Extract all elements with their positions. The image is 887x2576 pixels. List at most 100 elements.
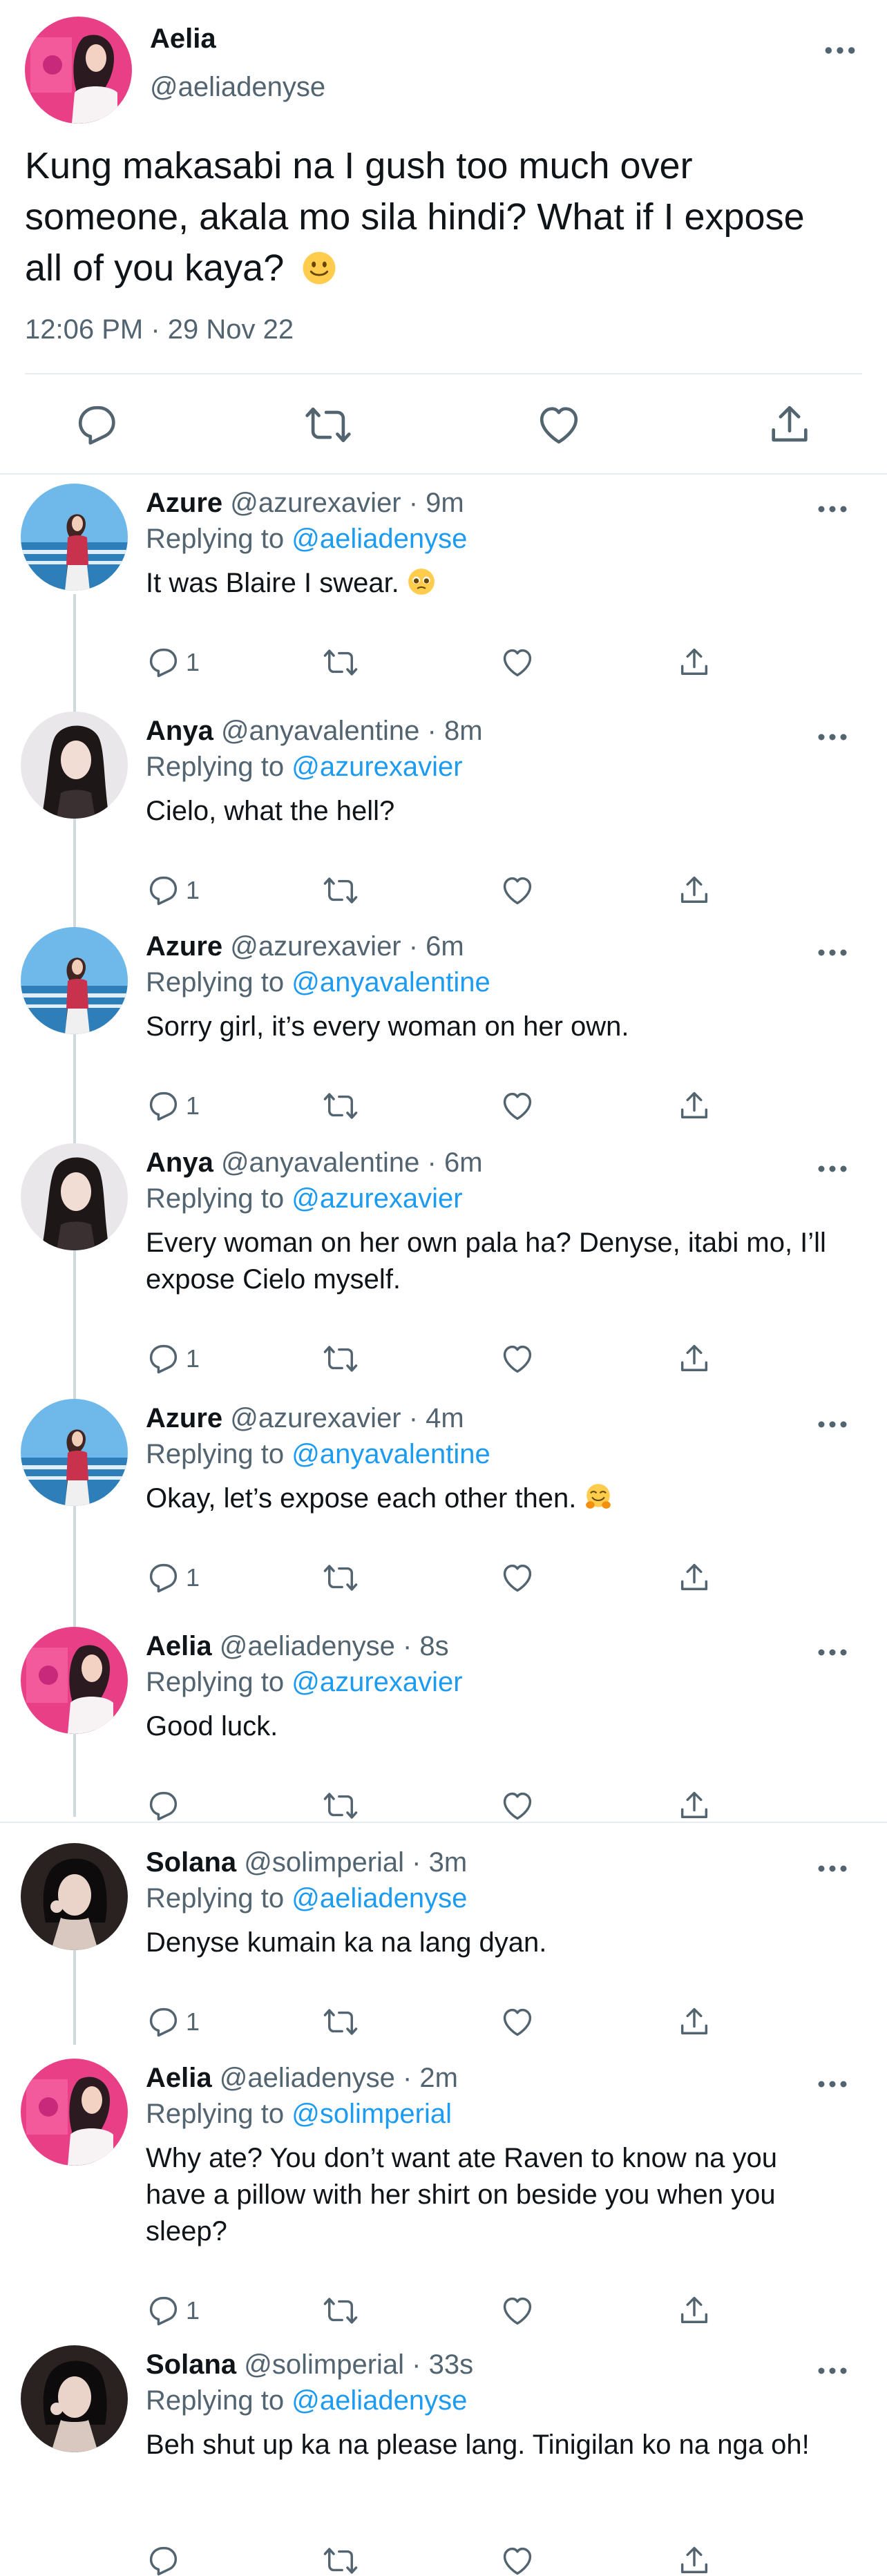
more-icon[interactable] <box>817 1160 848 1178</box>
more-icon[interactable] <box>817 2075 848 2093</box>
retweet-icon[interactable] <box>304 401 352 449</box>
retweet-icon[interactable] <box>323 1560 359 1596</box>
replying-to-handle[interactable]: @anyavalentine <box>292 967 490 998</box>
reply-button[interactable]: 1 <box>146 645 200 680</box>
share-icon[interactable] <box>765 401 814 449</box>
retweet-icon[interactable] <box>323 2004 359 2040</box>
avatar[interactable] <box>21 927 128 1034</box>
more-icon[interactable] <box>817 1643 848 1661</box>
replying-to-handle[interactable]: @aeliadenyse <box>292 524 467 554</box>
author-name[interactable]: Aelia <box>146 2063 212 2093</box>
more-icon[interactable] <box>817 728 848 746</box>
reply-icon[interactable] <box>146 645 182 680</box>
author-handle-time[interactable]: @azurexavier · 9m <box>230 488 464 518</box>
share-icon[interactable] <box>676 2004 712 2040</box>
avatar[interactable] <box>21 2059 128 2166</box>
like-button[interactable] <box>499 645 535 680</box>
retweet-icon[interactable] <box>323 645 359 680</box>
retweet-button[interactable] <box>323 872 359 908</box>
retweet-icon[interactable] <box>323 872 359 908</box>
share-icon[interactable] <box>676 2293 712 2329</box>
like-icon[interactable] <box>499 645 535 680</box>
share-icon[interactable] <box>676 1088 712 1124</box>
like-button[interactable] <box>499 1560 535 1596</box>
reply-icon[interactable] <box>146 2004 182 2040</box>
reply-icon[interactable] <box>146 1560 182 1596</box>
more-icon[interactable] <box>817 1860 848 1878</box>
author-handle-time[interactable]: @aeliadenyse · 2m <box>220 2063 458 2093</box>
like-icon[interactable] <box>535 401 583 449</box>
share-icon[interactable] <box>676 645 712 680</box>
share-icon[interactable] <box>676 1341 712 1377</box>
author-name[interactable]: Aelia <box>150 23 216 55</box>
retweet-icon[interactable] <box>323 1341 359 1377</box>
like-icon[interactable] <box>499 2293 535 2329</box>
reply-icon[interactable] <box>146 2543 182 2576</box>
like-button[interactable] <box>499 1788 535 1824</box>
author-handle-time[interactable]: @azurexavier · 6m <box>230 931 464 962</box>
reply-icon[interactable] <box>73 401 122 449</box>
share-button[interactable] <box>676 1341 712 1377</box>
more-icon[interactable] <box>817 1415 848 1433</box>
reply-button[interactable]: 1 <box>146 2004 200 2040</box>
avatar[interactable] <box>21 484 128 591</box>
like-icon[interactable] <box>499 1341 535 1377</box>
share-button[interactable] <box>676 2293 712 2329</box>
reply-icon[interactable] <box>146 872 182 908</box>
reply-icon[interactable] <box>146 2293 182 2329</box>
share-button[interactable] <box>676 1088 712 1124</box>
more-icon[interactable] <box>817 500 848 518</box>
reply-button[interactable] <box>146 1788 186 1824</box>
replying-to-handle[interactable]: @azurexavier <box>292 1667 462 1697</box>
share-icon[interactable] <box>676 872 712 908</box>
retweet-button[interactable] <box>323 1788 359 1824</box>
author-handle-time[interactable]: @anyavalentine · 8m <box>221 716 483 746</box>
reply-icon[interactable] <box>146 1788 182 1824</box>
retweet-button[interactable] <box>323 1560 359 1596</box>
retweet-icon[interactable] <box>323 1788 359 1824</box>
more-icon[interactable] <box>823 40 857 61</box>
reply-button[interactable]: 1 <box>146 872 200 908</box>
retweet-button[interactable] <box>323 1341 359 1377</box>
retweet-icon[interactable] <box>323 1088 359 1124</box>
avatar[interactable] <box>21 1399 128 1506</box>
reply-button[interactable]: 1 <box>146 2293 200 2329</box>
replying-to-handle[interactable]: @solimperial <box>292 2099 452 2129</box>
author-name[interactable]: Azure <box>146 931 222 962</box>
like-button[interactable] <box>499 1341 535 1377</box>
retweet-icon[interactable] <box>323 2543 359 2576</box>
reply-icon[interactable] <box>146 1088 182 1124</box>
replying-to-handle[interactable]: @aeliadenyse <box>292 2385 467 2416</box>
avatar[interactable] <box>21 2345 128 2452</box>
reply-button[interactable] <box>146 2543 186 2576</box>
like-button[interactable] <box>499 2293 535 2329</box>
share-button[interactable] <box>676 645 712 680</box>
like-button[interactable] <box>499 872 535 908</box>
retweet-button[interactable] <box>323 2293 359 2329</box>
author-name[interactable]: Anya <box>146 716 213 746</box>
avatar[interactable] <box>21 712 128 819</box>
share-icon[interactable] <box>676 1560 712 1596</box>
author-handle-time[interactable]: @anyavalentine · 6m <box>221 1147 483 1178</box>
share-icon[interactable] <box>676 1788 712 1824</box>
more-icon[interactable] <box>817 944 848 962</box>
author-name[interactable]: Azure <box>146 1403 222 1433</box>
like-button[interactable] <box>499 2543 535 2576</box>
author-handle-time[interactable]: @azurexavier · 4m <box>230 1403 464 1433</box>
like-icon[interactable] <box>499 1088 535 1124</box>
retweet-button[interactable] <box>323 2004 359 2040</box>
share-button[interactable] <box>676 1788 712 1824</box>
tweet-timestamp[interactable]: 12:06 PM · 29 Nov 22 <box>25 314 294 345</box>
like-button[interactable] <box>499 2004 535 2040</box>
like-icon[interactable] <box>499 2004 535 2040</box>
avatar[interactable] <box>25 17 132 124</box>
share-button[interactable] <box>676 2543 712 2576</box>
like-icon[interactable] <box>499 1788 535 1824</box>
replying-to-handle[interactable]: @azurexavier <box>292 752 462 782</box>
avatar[interactable] <box>21 1143 128 1250</box>
author-handle[interactable]: @aeliadenyse <box>150 72 325 103</box>
like-icon[interactable] <box>499 2543 535 2576</box>
avatar[interactable] <box>21 1627 128 1734</box>
author-name[interactable]: Solana <box>146 1847 236 1878</box>
like-icon[interactable] <box>499 1560 535 1596</box>
